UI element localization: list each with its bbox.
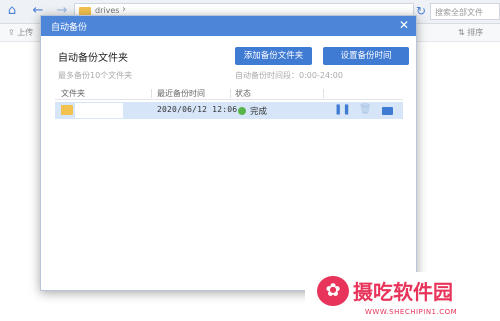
sort-button[interactable]: ⇅ 排序 [458, 27, 483, 38]
table-header: 文件夹 最近备份时间 状态 [55, 87, 403, 100]
column-divider [323, 89, 324, 98]
search-input[interactable]: 搜索全部文件 [430, 3, 500, 20]
column-divider [151, 89, 152, 98]
brand-logo-icon: ✿ [317, 276, 349, 306]
pause-icon[interactable]: ❚❚ [334, 104, 351, 115]
watermark: ✿ 摄吃软件园 WWW.SHECHIPIN1.COM [305, 272, 500, 321]
status-text: 完成 [250, 107, 268, 117]
sort-label: 排序 [467, 28, 484, 37]
path-text: drives [95, 6, 120, 15]
open-folder-icon[interactable] [382, 107, 393, 115]
status-ok-icon [238, 107, 246, 115]
watermark-url: WWW.SHECHIPIN1.COM [365, 308, 458, 316]
last-backup-time: 2020/06/12 12:06 [157, 105, 238, 114]
set-backup-time-button[interactable]: 设置备份时间 [323, 47, 409, 65]
column-header-status: 状态 [235, 89, 251, 98]
home-icon[interactable]: ⌂ [4, 3, 20, 19]
table-row[interactable]: 2020/06/12 12:06 完成 ❚❚ 🗑 [55, 102, 403, 119]
folder-icon [61, 105, 73, 115]
max-folders-hint: 最多备份10个文件夹 [58, 71, 133, 80]
close-icon[interactable]: ✕ [399, 18, 409, 32]
backup-time-range-hint: 自动备份时间段：0:00-24:00 [235, 71, 343, 80]
upload-button[interactable]: ⇪ 上传 [8, 27, 33, 38]
column-header-folder: 文件夹 [61, 89, 85, 98]
refresh-icon[interactable]: ↻ [416, 4, 426, 18]
dialog-title: 自动备份 [51, 23, 88, 33]
upload-label: 上传 [17, 28, 34, 37]
add-backup-folder-button[interactable]: 添加备份文件夹 [235, 47, 312, 65]
folder-name-redacted [75, 103, 123, 118]
column-header-time: 最近备份时间 [157, 89, 205, 98]
watermark-brand: 摄吃软件园 [353, 280, 453, 304]
auto-backup-dialog: 自动备份 ✕ 自动备份文件夹 添加备份文件夹 设置备份时间 最多备份10个文件夹… [40, 15, 417, 291]
trash-icon[interactable]: 🗑 [359, 104, 372, 115]
column-divider [230, 89, 231, 98]
dialog-header: 自动备份 ✕ [41, 16, 416, 36]
chevron-right-icon[interactable]: › [122, 4, 126, 15]
section-title: 自动备份文件夹 [58, 53, 128, 64]
